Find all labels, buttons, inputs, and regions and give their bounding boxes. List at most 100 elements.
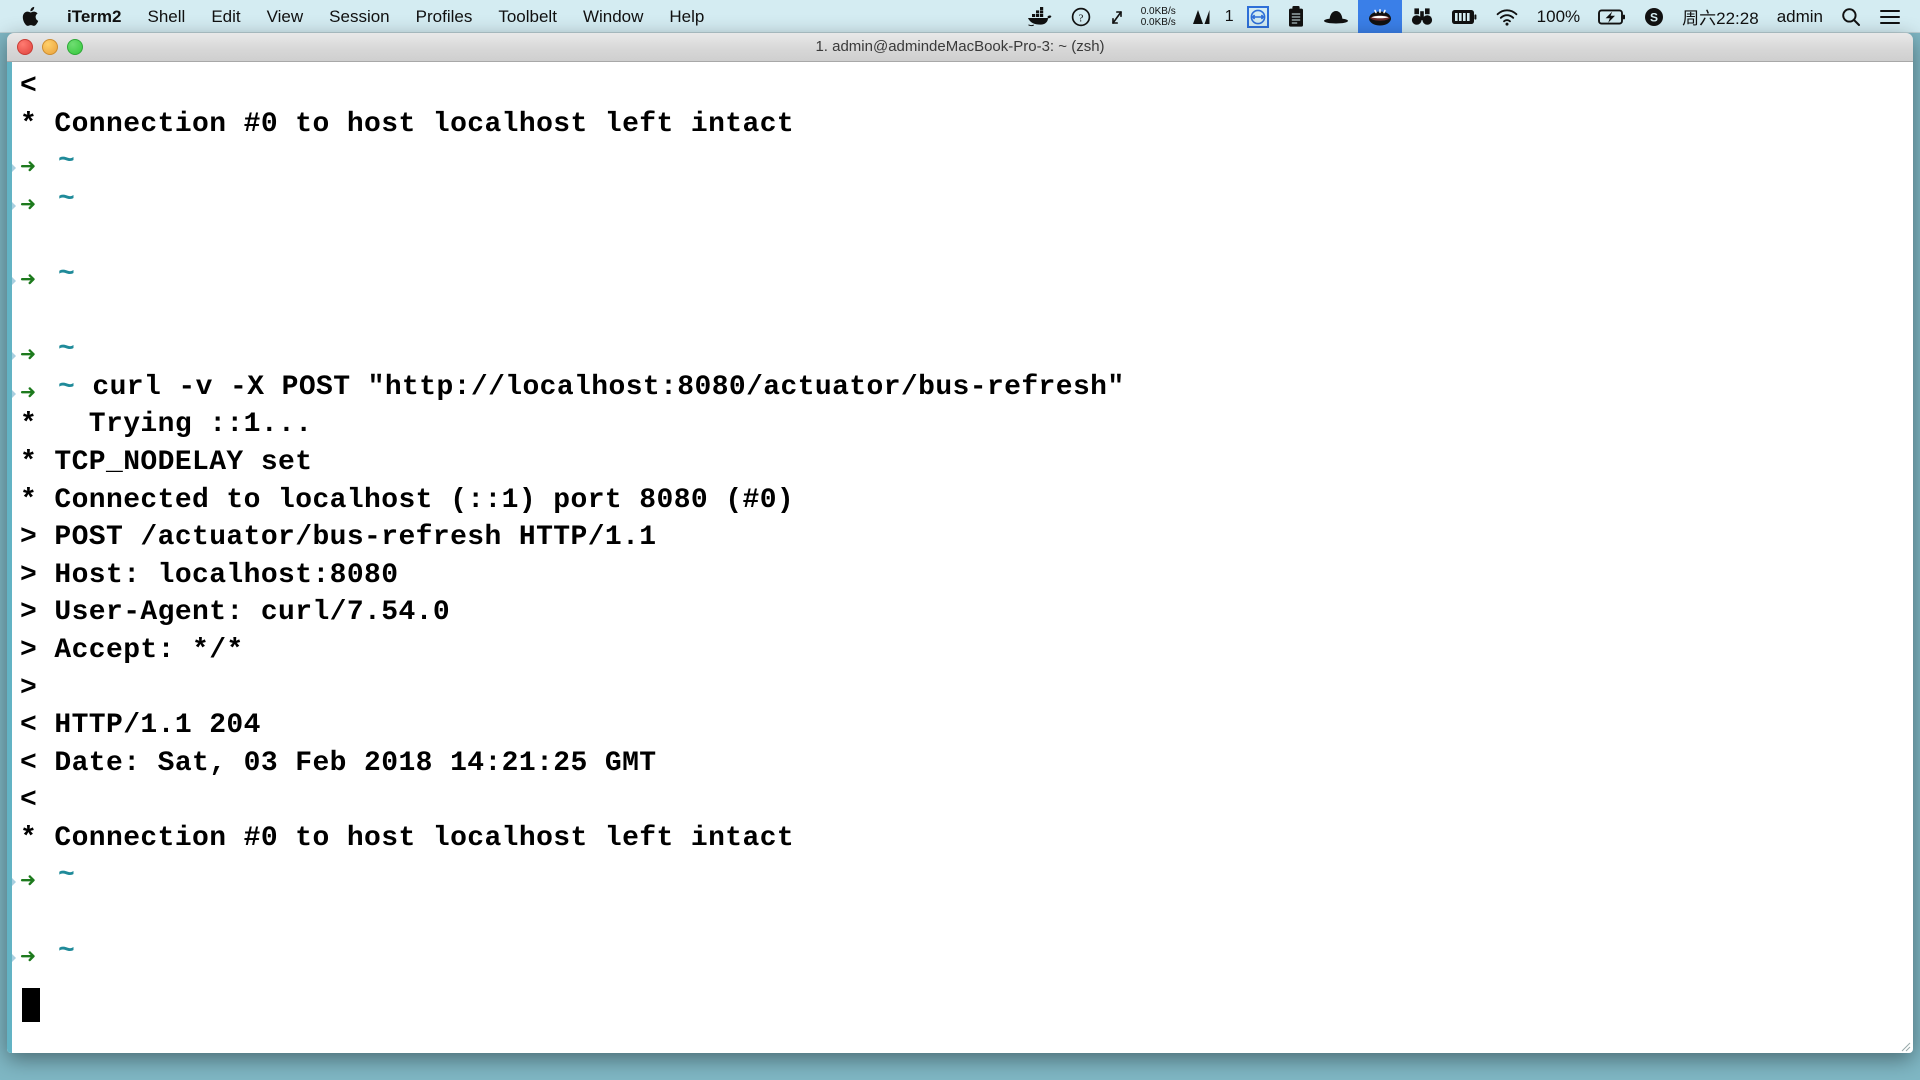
terminal-output-text: * TCP_NODELAY set [20, 446, 313, 478]
menu-item-session[interactable]: Session [316, 0, 402, 33]
terminal-line: > User-Agent: curl/7.54.0 [12, 594, 1913, 632]
prompt-arrow-icon: ➜ [20, 153, 37, 184]
menu-item-iterm2[interactable]: iTerm2 [54, 0, 135, 33]
prompt-arrow-icon: ➜ [20, 867, 37, 898]
battery-charging-icon[interactable] [1589, 0, 1635, 33]
terminal-output-text: * Connection #0 to host localhost left i… [20, 108, 795, 140]
terminal-command-text: curl -v -X POST "http://localhost:8080/a… [75, 371, 1125, 403]
diagonal-arrows-icon[interactable] [1100, 0, 1134, 33]
datetime-label[interactable]: 周六22:28 [1673, 4, 1768, 29]
menu-item-profiles[interactable]: Profiles [403, 0, 486, 33]
terminal-output-text: > Host: localhost:8080 [20, 559, 399, 591]
desktop-screen: iTerm2 Shell Edit View Session Profiles … [0, 0, 1920, 1080]
terminal-line: ➜ ~ [12, 143, 1913, 181]
terminal-line: * Connection #0 to host localhost left i… [12, 820, 1913, 858]
terminal-line: ➜ ~ [12, 181, 1913, 219]
terminal-line: > POST /actuator/bus-refresh HTTP/1.1 [12, 519, 1913, 557]
terminal-output-text: < [20, 785, 38, 817]
maximize-window-button[interactable] [67, 39, 83, 55]
skype-icon[interactable]: S [1635, 0, 1673, 33]
minimize-window-button[interactable] [42, 39, 58, 55]
terminal-line: * Trying ::1... [12, 406, 1913, 444]
teamviewer-arrows-icon[interactable] [1238, 0, 1278, 33]
terminal-lines-container: < * Connection #0 to host localhost left … [12, 62, 1913, 971]
mark-chevron-icon [12, 873, 16, 892]
terminal-line: * Connection #0 to host localhost left i… [12, 106, 1913, 144]
menu-bar-status-group: ? 0.0KB/s 0.0KB/s 1 100% S 周六22:28 admin [1018, 0, 1920, 33]
docker-whale-icon[interactable] [1018, 0, 1062, 33]
terminal-cursor [22, 988, 40, 1022]
prompt-directory: ~ [58, 183, 76, 215]
terminal-line: ➜ ~ curl -v -X POST "http://localhost:808… [12, 369, 1913, 407]
bowler-hat-icon[interactable] [1314, 0, 1358, 33]
battery-percent-label[interactable]: 100% [1528, 7, 1589, 27]
terminal-output-area[interactable]: < * Connection #0 to host localhost left … [7, 62, 1913, 1053]
prompt-directory: ~ [58, 860, 76, 892]
iterm2-window: 1. admin@admindeMacBook-Pro-3: ~ (zsh) <… [7, 33, 1913, 1053]
mark-chevron-icon [12, 347, 16, 366]
terminal-output-text: > POST /actuator/bus-refresh HTTP/1.1 [20, 522, 657, 554]
menu-item-view[interactable]: View [254, 0, 317, 33]
terminal-line: * Connected to localhost (::1) port 8080… [12, 482, 1913, 520]
apple-logo-icon[interactable] [22, 6, 54, 27]
window-traffic-lights [7, 39, 83, 55]
terminal-output-text: > [20, 672, 38, 704]
wifi-icon[interactable] [1486, 0, 1528, 33]
prompt-directory: ~ [58, 258, 76, 290]
menu-item-toolbelt[interactable]: Toolbelt [485, 0, 570, 33]
network-speed-indicator[interactable]: 0.0KB/s 0.0KB/s [1134, 6, 1183, 28]
window-title-label: 1. admin@admindeMacBook-Pro-3: ~ (zsh) [815, 38, 1105, 55]
terminal-output-text: > Accept: */* [20, 634, 244, 666]
notification-center-icon[interactable] [1870, 0, 1910, 33]
terminal-output-text: * Connection #0 to host localhost left i… [20, 822, 795, 854]
battery-bars-icon[interactable] [1442, 0, 1486, 33]
terminal-line: * TCP_NODELAY set [12, 444, 1913, 482]
terminal-output-text: > User-Agent: curl/7.54.0 [20, 597, 451, 629]
open-mouth-icon[interactable] [1357, 0, 1402, 33]
prompt-arrow-icon: ➜ [20, 942, 37, 973]
terminal-output-text: < [20, 71, 38, 102]
prompt-directory: ~ [58, 334, 76, 366]
menu-bar-left-group: iTerm2 Shell Edit View Session Profiles … [0, 0, 717, 33]
window-title-bar[interactable]: 1. admin@admindeMacBook-Pro-3: ~ (zsh) [7, 33, 1913, 62]
clipboard-icon[interactable] [1278, 0, 1314, 33]
macos-menu-bar: iTerm2 Shell Edit View Session Profiles … [0, 0, 1920, 33]
question-circle-icon[interactable]: ? [1062, 0, 1100, 33]
terminal-line: > Accept: */* [12, 632, 1913, 670]
terminal-line: > Host: localhost:8080 [12, 557, 1913, 595]
menu-item-edit[interactable]: Edit [198, 0, 253, 33]
spotlight-search-icon[interactable] [1832, 0, 1870, 33]
mark-chevron-icon [12, 159, 16, 178]
prompt-directory: ~ [58, 146, 76, 178]
user-label[interactable]: admin [1768, 7, 1832, 27]
terminal-output-text: * Connected to localhost (::1) port 8080… [20, 484, 795, 516]
terminal-line: ➜ ~ [12, 857, 1913, 895]
resize-handle-icon[interactable] [1897, 1038, 1911, 1052]
mark-chevron-icon [12, 948, 16, 967]
terminal-line: ➜ ~ [12, 933, 1913, 971]
terminal-line: > [12, 670, 1913, 708]
close-window-button[interactable] [17, 39, 33, 55]
terminal-line: ➜ ~ [12, 331, 1913, 369]
prompt-directory: ~ [58, 935, 76, 967]
prompt-arrow-icon: ➜ [20, 378, 37, 409]
mark-chevron-icon [12, 196, 16, 215]
terminal-output-text: < Date: Sat, 03 Feb 2018 14:21:25 GMT [20, 747, 657, 779]
terminal-output-text: * Trying ::1... [20, 409, 313, 441]
istat-graph-icon[interactable] [1183, 0, 1225, 33]
network-download-speed: 0.0KB/s [1140, 16, 1176, 28]
menu-item-shell[interactable]: Shell [135, 0, 199, 33]
binoculars-icon[interactable] [1402, 0, 1442, 33]
svg-text:?: ? [1078, 12, 1083, 24]
istat-count-label: 1 [1224, 7, 1234, 25]
menu-item-help[interactable]: Help [656, 0, 717, 33]
network-upload-speed: 0.0KB/s [1140, 5, 1176, 17]
prompt-arrow-icon: ➜ [20, 190, 37, 221]
terminal-line: < HTTP/1.1 204 [12, 707, 1913, 745]
terminal-line: < [12, 68, 1913, 106]
terminal-output-text: < HTTP/1.1 204 [20, 710, 261, 742]
menu-item-window[interactable]: Window [570, 0, 656, 33]
mark-chevron-icon [12, 384, 16, 403]
